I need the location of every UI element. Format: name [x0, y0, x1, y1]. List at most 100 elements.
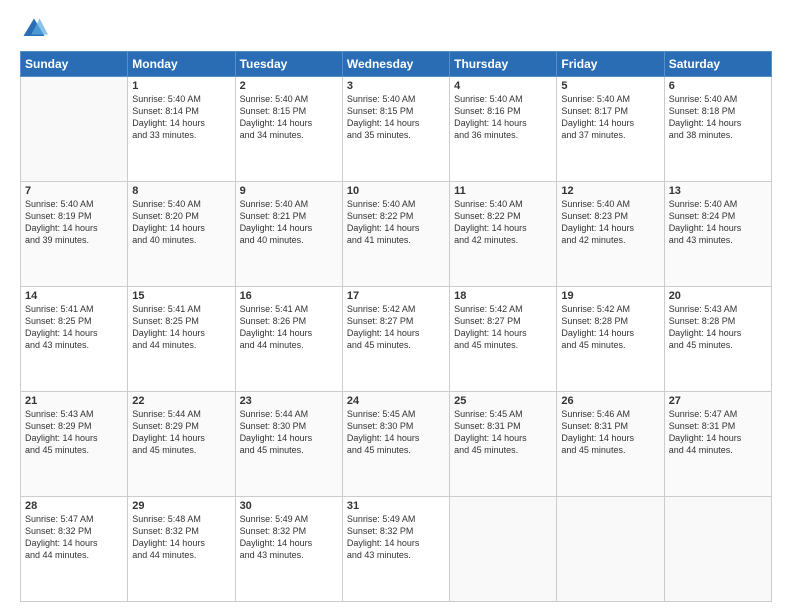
calendar-cell: 13Sunrise: 5:40 AM Sunset: 8:24 PM Dayli… [664, 182, 771, 287]
calendar-cell: 31Sunrise: 5:49 AM Sunset: 8:32 PM Dayli… [342, 497, 449, 602]
calendar-cell: 17Sunrise: 5:42 AM Sunset: 8:27 PM Dayli… [342, 287, 449, 392]
cell-info: Sunrise: 5:48 AM Sunset: 8:32 PM Dayligh… [132, 513, 230, 562]
cell-info: Sunrise: 5:40 AM Sunset: 8:15 PM Dayligh… [347, 93, 445, 142]
cell-info: Sunrise: 5:40 AM Sunset: 8:20 PM Dayligh… [132, 198, 230, 247]
calendar-cell: 20Sunrise: 5:43 AM Sunset: 8:28 PM Dayli… [664, 287, 771, 392]
cell-info: Sunrise: 5:40 AM Sunset: 8:23 PM Dayligh… [561, 198, 659, 247]
day-number: 14 [25, 290, 123, 302]
day-number: 31 [347, 500, 445, 512]
day-number: 9 [240, 185, 338, 197]
calendar-cell: 28Sunrise: 5:47 AM Sunset: 8:32 PM Dayli… [21, 497, 128, 602]
calendar-cell: 16Sunrise: 5:41 AM Sunset: 8:26 PM Dayli… [235, 287, 342, 392]
calendar-cell: 26Sunrise: 5:46 AM Sunset: 8:31 PM Dayli… [557, 392, 664, 497]
cell-info: Sunrise: 5:42 AM Sunset: 8:27 PM Dayligh… [454, 303, 552, 352]
calendar-cell: 8Sunrise: 5:40 AM Sunset: 8:20 PM Daylig… [128, 182, 235, 287]
calendar-cell: 9Sunrise: 5:40 AM Sunset: 8:21 PM Daylig… [235, 182, 342, 287]
cell-info: Sunrise: 5:41 AM Sunset: 8:26 PM Dayligh… [240, 303, 338, 352]
cell-info: Sunrise: 5:41 AM Sunset: 8:25 PM Dayligh… [132, 303, 230, 352]
cell-info: Sunrise: 5:42 AM Sunset: 8:28 PM Dayligh… [561, 303, 659, 352]
calendar-cell: 30Sunrise: 5:49 AM Sunset: 8:32 PM Dayli… [235, 497, 342, 602]
calendar-cell: 14Sunrise: 5:41 AM Sunset: 8:25 PM Dayli… [21, 287, 128, 392]
cell-info: Sunrise: 5:40 AM Sunset: 8:22 PM Dayligh… [347, 198, 445, 247]
cell-info: Sunrise: 5:45 AM Sunset: 8:30 PM Dayligh… [347, 408, 445, 457]
cell-info: Sunrise: 5:42 AM Sunset: 8:27 PM Dayligh… [347, 303, 445, 352]
cell-info: Sunrise: 5:40 AM Sunset: 8:16 PM Dayligh… [454, 93, 552, 142]
cell-info: Sunrise: 5:40 AM Sunset: 8:19 PM Dayligh… [25, 198, 123, 247]
calendar-cell: 15Sunrise: 5:41 AM Sunset: 8:25 PM Dayli… [128, 287, 235, 392]
day-number: 2 [240, 80, 338, 92]
day-number: 23 [240, 395, 338, 407]
day-number: 25 [454, 395, 552, 407]
day-number: 16 [240, 290, 338, 302]
calendar-cell: 18Sunrise: 5:42 AM Sunset: 8:27 PM Dayli… [450, 287, 557, 392]
calendar-cell: 19Sunrise: 5:42 AM Sunset: 8:28 PM Dayli… [557, 287, 664, 392]
day-number: 4 [454, 80, 552, 92]
cell-info: Sunrise: 5:49 AM Sunset: 8:32 PM Dayligh… [240, 513, 338, 562]
calendar-cell: 3Sunrise: 5:40 AM Sunset: 8:15 PM Daylig… [342, 77, 449, 182]
calendar-cell: 6Sunrise: 5:40 AM Sunset: 8:18 PM Daylig… [664, 77, 771, 182]
cell-info: Sunrise: 5:40 AM Sunset: 8:22 PM Dayligh… [454, 198, 552, 247]
cell-info: Sunrise: 5:40 AM Sunset: 8:24 PM Dayligh… [669, 198, 767, 247]
day-header-monday: Monday [128, 52, 235, 77]
calendar-cell [450, 497, 557, 602]
day-number: 18 [454, 290, 552, 302]
day-header-saturday: Saturday [664, 52, 771, 77]
calendar-page: SundayMondayTuesdayWednesdayThursdayFrid… [0, 0, 792, 612]
cell-info: Sunrise: 5:40 AM Sunset: 8:17 PM Dayligh… [561, 93, 659, 142]
logo [20, 15, 52, 43]
calendar-header-row: SundayMondayTuesdayWednesdayThursdayFrid… [21, 52, 772, 77]
calendar-table: SundayMondayTuesdayWednesdayThursdayFrid… [20, 51, 772, 602]
calendar-cell: 5Sunrise: 5:40 AM Sunset: 8:17 PM Daylig… [557, 77, 664, 182]
day-header-tuesday: Tuesday [235, 52, 342, 77]
calendar-cell: 2Sunrise: 5:40 AM Sunset: 8:15 PM Daylig… [235, 77, 342, 182]
cell-info: Sunrise: 5:40 AM Sunset: 8:21 PM Dayligh… [240, 198, 338, 247]
day-number: 15 [132, 290, 230, 302]
day-number: 19 [561, 290, 659, 302]
day-number: 3 [347, 80, 445, 92]
day-number: 27 [669, 395, 767, 407]
day-number: 7 [25, 185, 123, 197]
day-number: 21 [25, 395, 123, 407]
day-number: 10 [347, 185, 445, 197]
day-header-wednesday: Wednesday [342, 52, 449, 77]
cell-info: Sunrise: 5:40 AM Sunset: 8:18 PM Dayligh… [669, 93, 767, 142]
day-header-sunday: Sunday [21, 52, 128, 77]
day-header-friday: Friday [557, 52, 664, 77]
cell-info: Sunrise: 5:40 AM Sunset: 8:15 PM Dayligh… [240, 93, 338, 142]
cell-info: Sunrise: 5:47 AM Sunset: 8:32 PM Dayligh… [25, 513, 123, 562]
calendar-cell: 29Sunrise: 5:48 AM Sunset: 8:32 PM Dayli… [128, 497, 235, 602]
calendar-cell [557, 497, 664, 602]
day-number: 22 [132, 395, 230, 407]
day-number: 29 [132, 500, 230, 512]
day-number: 13 [669, 185, 767, 197]
calendar-cell [664, 497, 771, 602]
day-number: 11 [454, 185, 552, 197]
calendar-cell: 25Sunrise: 5:45 AM Sunset: 8:31 PM Dayli… [450, 392, 557, 497]
cell-info: Sunrise: 5:41 AM Sunset: 8:25 PM Dayligh… [25, 303, 123, 352]
day-header-thursday: Thursday [450, 52, 557, 77]
calendar-cell: 7Sunrise: 5:40 AM Sunset: 8:19 PM Daylig… [21, 182, 128, 287]
calendar-cell: 23Sunrise: 5:44 AM Sunset: 8:30 PM Dayli… [235, 392, 342, 497]
calendar-cell: 24Sunrise: 5:45 AM Sunset: 8:30 PM Dayli… [342, 392, 449, 497]
cell-info: Sunrise: 5:40 AM Sunset: 8:14 PM Dayligh… [132, 93, 230, 142]
cell-info: Sunrise: 5:43 AM Sunset: 8:29 PM Dayligh… [25, 408, 123, 457]
calendar-week-row: 1Sunrise: 5:40 AM Sunset: 8:14 PM Daylig… [21, 77, 772, 182]
day-number: 8 [132, 185, 230, 197]
calendar-cell: 22Sunrise: 5:44 AM Sunset: 8:29 PM Dayli… [128, 392, 235, 497]
day-number: 17 [347, 290, 445, 302]
day-number: 28 [25, 500, 123, 512]
calendar-cell: 1Sunrise: 5:40 AM Sunset: 8:14 PM Daylig… [128, 77, 235, 182]
day-number: 30 [240, 500, 338, 512]
logo-icon [20, 15, 48, 43]
cell-info: Sunrise: 5:44 AM Sunset: 8:29 PM Dayligh… [132, 408, 230, 457]
day-number: 20 [669, 290, 767, 302]
calendar-cell: 10Sunrise: 5:40 AM Sunset: 8:22 PM Dayli… [342, 182, 449, 287]
day-number: 24 [347, 395, 445, 407]
calendar-cell: 12Sunrise: 5:40 AM Sunset: 8:23 PM Dayli… [557, 182, 664, 287]
cell-info: Sunrise: 5:45 AM Sunset: 8:31 PM Dayligh… [454, 408, 552, 457]
day-number: 5 [561, 80, 659, 92]
day-number: 26 [561, 395, 659, 407]
cell-info: Sunrise: 5:49 AM Sunset: 8:32 PM Dayligh… [347, 513, 445, 562]
calendar-cell [21, 77, 128, 182]
cell-info: Sunrise: 5:43 AM Sunset: 8:28 PM Dayligh… [669, 303, 767, 352]
